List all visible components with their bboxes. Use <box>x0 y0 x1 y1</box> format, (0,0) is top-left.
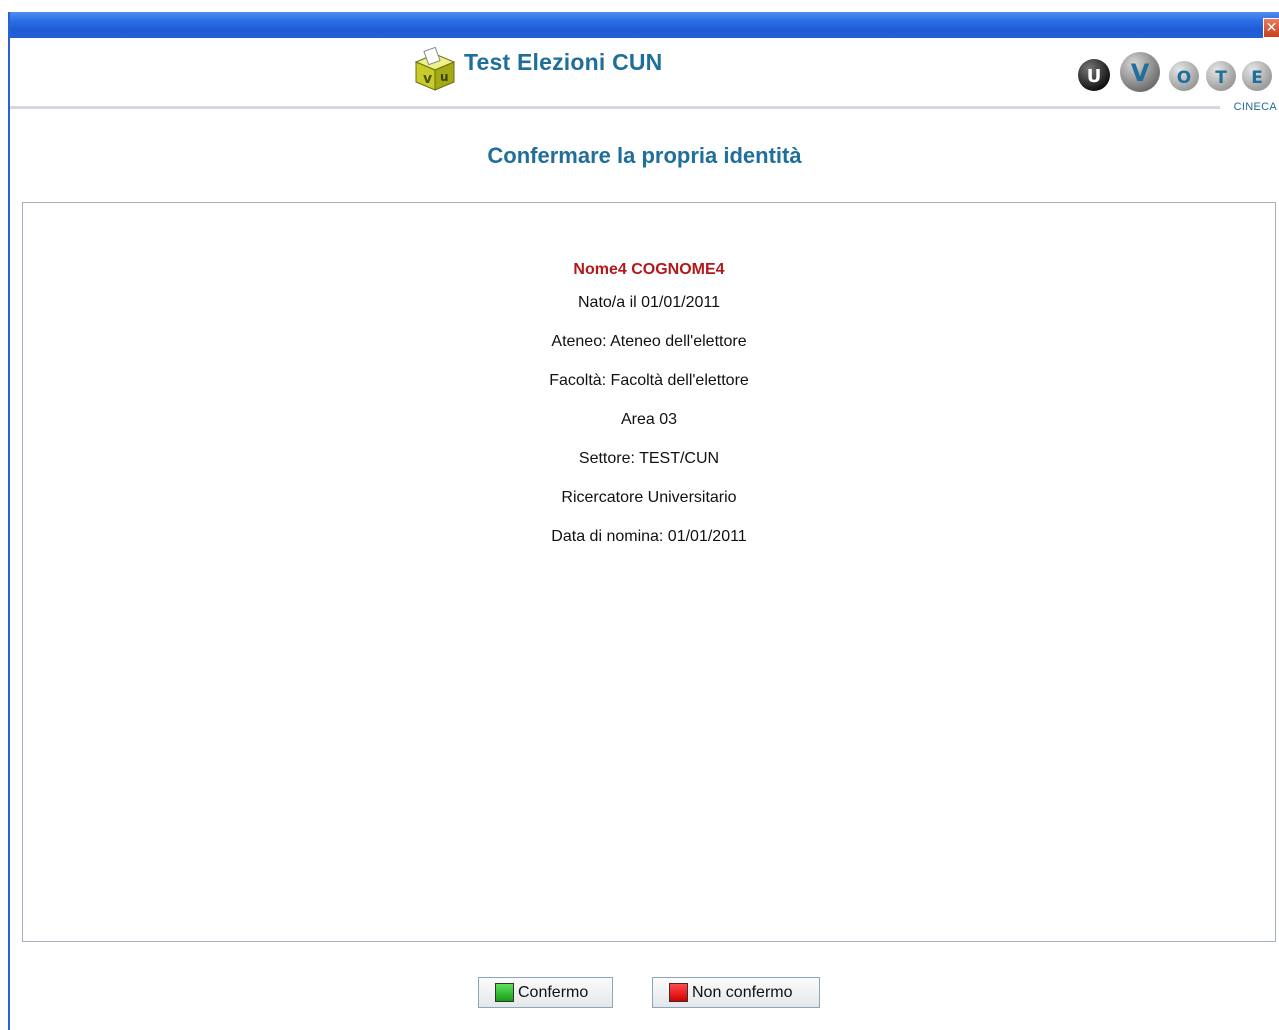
uvote-letter-t: T <box>1215 68 1227 88</box>
reject-button-label: Non confermo <box>692 983 793 1001</box>
uvote-letter-u: U <box>1087 66 1102 87</box>
header-divider <box>10 106 1220 109</box>
svg-text:u: u <box>440 70 449 84</box>
window-titlebar[interactable]: ✕ <box>10 12 1279 38</box>
voter-name: Nome4 COGNOME4 <box>573 261 725 278</box>
university: Ateneo: Ateneo dell'elettore <box>551 333 747 350</box>
app-header: v u Test Elezioni CUN U V O T E CINECA <box>10 38 1279 118</box>
svg-text:v: v <box>423 71 432 87</box>
sector: Settore: TEST/CUN <box>578 450 720 467</box>
green-square-icon <box>495 983 514 1002</box>
page-title: Confermare la propria identità <box>487 143 802 168</box>
uvote-letter-v: V <box>1131 59 1150 87</box>
uvote-brand-logo: U V O T E <box>1078 52 1272 92</box>
ballot-box-icon: v u <box>414 46 456 91</box>
reject-button[interactable]: Non confermo <box>652 977 820 1008</box>
appointment-date: Data di nomina: 01/01/2011 <box>551 528 747 545</box>
birth-date: Nato/a il 01/01/2011 <box>577 294 721 311</box>
faculty: Facoltà: Facoltà dell'elettore <box>549 372 749 389</box>
confirm-button-label: Confermo <box>518 983 589 1001</box>
red-square-icon <box>669 983 688 1002</box>
area: Area 03 <box>620 411 678 428</box>
confirm-button[interactable]: Confermo <box>478 977 613 1008</box>
window-left-border <box>0 0 10 1030</box>
uvote-letter-e: E <box>1251 68 1263 88</box>
app-title: Test Elezioni CUN <box>464 49 663 75</box>
identity-details: Nome4 COGNOME4 Nato/a il 01/01/2011 Aten… <box>23 259 1275 565</box>
close-icon[interactable]: ✕ <box>1263 18 1279 38</box>
uvote-letter-o: O <box>1177 68 1191 88</box>
identity-panel: Nome4 COGNOME4 Nato/a il 01/01/2011 Aten… <box>22 202 1276 942</box>
role: Ricercatore Universitario <box>561 489 737 506</box>
cineca-caption: CINECA <box>1233 101 1277 113</box>
